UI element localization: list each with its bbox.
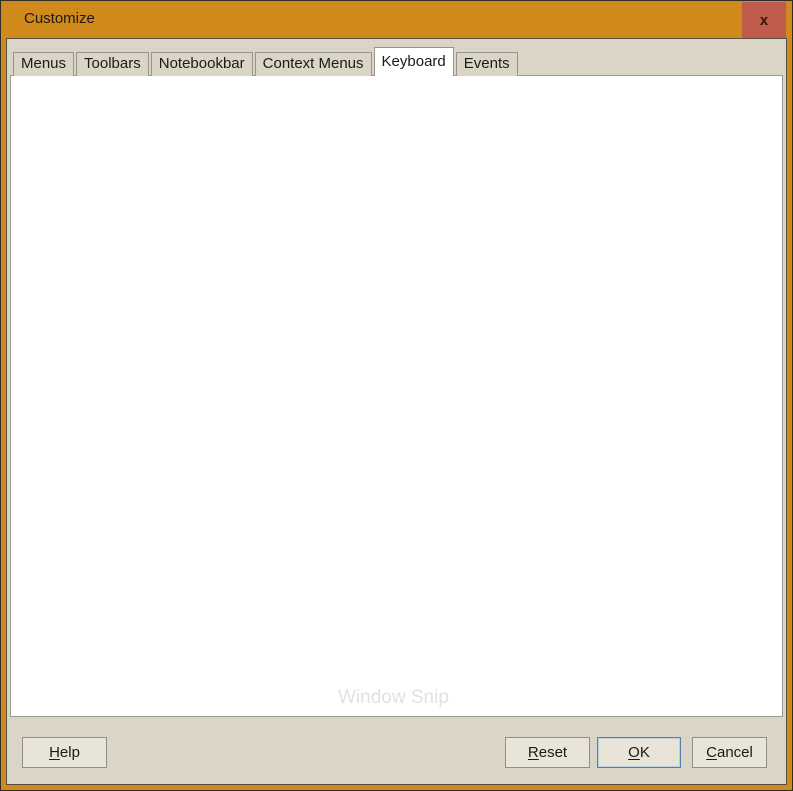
close-button[interactable]: x — [742, 2, 786, 38]
cancel-button[interactable]: Cancel — [692, 737, 767, 768]
tab-toolbars[interactable]: Toolbars — [76, 52, 149, 76]
keyboard-tab-page — [10, 75, 783, 717]
close-icon: x — [760, 12, 768, 29]
tab-strip: Menus Toolbars Notebookbar Context Menus… — [13, 47, 520, 76]
help-button[interactable]: Help — [22, 737, 107, 768]
reset-button[interactable]: Reset — [505, 737, 590, 768]
tab-notebookbar[interactable]: Notebookbar — [151, 52, 253, 76]
ok-button[interactable]: OK — [597, 737, 681, 768]
window-title: Customize — [24, 10, 95, 27]
tab-events[interactable]: Events — [456, 52, 518, 76]
tab-context-menus[interactable]: Context Menus — [255, 52, 372, 76]
tab-menus[interactable]: Menus — [13, 52, 74, 76]
tab-keyboard[interactable]: Keyboard — [374, 47, 454, 76]
customize-dialog-window: Customize x Menus Toolbars Notebookbar C… — [0, 0, 793, 791]
